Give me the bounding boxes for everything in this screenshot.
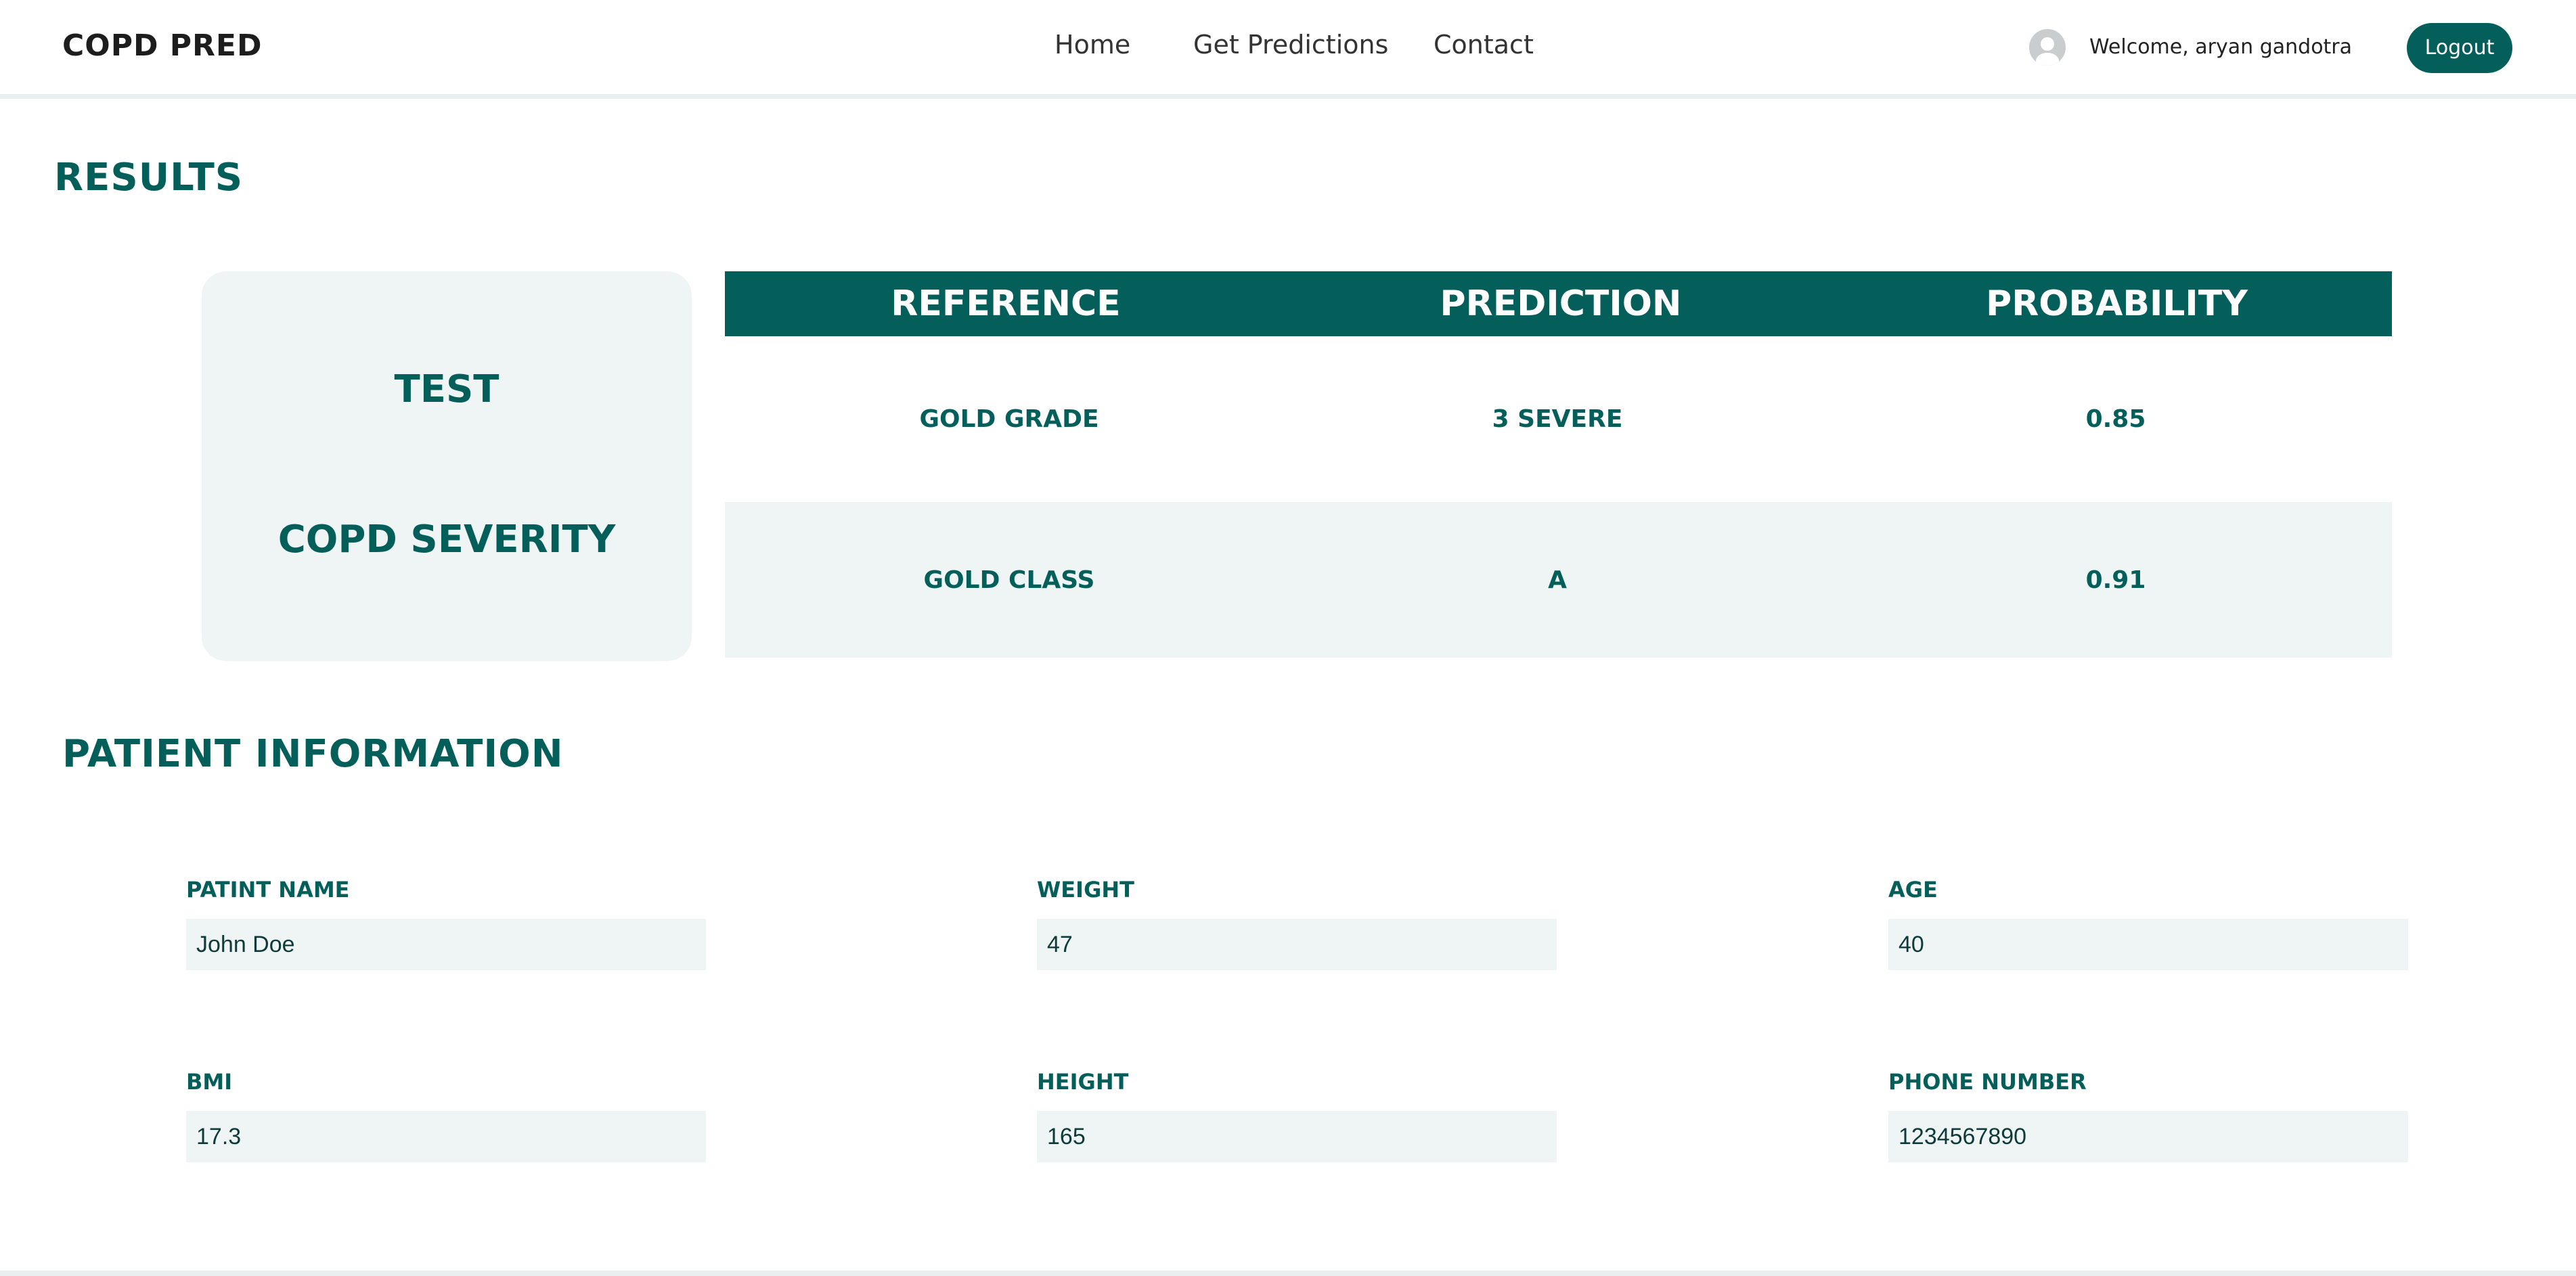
patient-name-input[interactable]: John Doe (186, 919, 706, 970)
table-header: REFERENCE PREDICTION PROBABILITY (725, 271, 2392, 336)
footer-divider (0, 1271, 2576, 1276)
bmi-input[interactable]: 17.3 (186, 1111, 706, 1162)
results-table: REFERENCE PREDICTION PROBABILITY GOLD GR… (725, 271, 2392, 658)
user-avatar-icon[interactable] (2029, 29, 2066, 66)
patient-information-title: PATIENT INFORMATION (62, 732, 564, 776)
field-label: PHONE NUMBER (1888, 1069, 2087, 1095)
test-card: TEST COPD SEVERITY (202, 271, 692, 661)
height-field: HEIGHT 165 (1037, 1069, 1557, 1162)
height-input[interactable]: 165 (1037, 1111, 1557, 1162)
nav-get-predictions-link[interactable]: Get Predictions (1193, 30, 1388, 60)
cell-reference: GOLD GRADE (919, 405, 1099, 433)
phone-number-input[interactable]: 1234567890 (1888, 1111, 2408, 1162)
phone-number-field: PHONE NUMBER 1234567890 (1888, 1069, 2408, 1162)
field-label: PATINT NAME (186, 877, 350, 903)
top-navbar: COPD PRED Home Get Predictions Contact W… (0, 0, 2576, 99)
age-field: AGE 40 (1888, 877, 2408, 970)
field-label: BMI (186, 1069, 233, 1095)
table-row: GOLD CLASS A 0.91 (725, 502, 2392, 658)
welcome-text: Welcome, aryan gandotra (2089, 35, 2353, 59)
header-probability: PROBABILITY (1986, 283, 2248, 324)
field-label: HEIGHT (1037, 1069, 1129, 1095)
test-label: TEST (394, 367, 499, 411)
results-title: RESULTS (54, 156, 244, 200)
weight-input[interactable]: 47 (1037, 919, 1557, 970)
patient-name-field: PATINT NAME John Doe (186, 877, 706, 970)
nav-contact-link[interactable]: Contact (1434, 30, 1534, 60)
brand-logo[interactable]: COPD PRED (62, 28, 263, 63)
field-label: AGE (1888, 877, 1938, 903)
cell-reference: GOLD CLASS (923, 566, 1095, 594)
table-row: GOLD GRADE 3 SEVERE 0.85 (725, 336, 2392, 502)
logout-button[interactable]: Logout (2407, 23, 2512, 73)
copd-severity-label: COPD SEVERITY (277, 518, 616, 562)
cell-probability: 0.85 (2085, 405, 2146, 433)
header-prediction: PREDICTION (1440, 283, 1682, 324)
nav-home-link[interactable]: Home (1054, 30, 1130, 60)
cell-prediction: 3 SEVERE (1492, 405, 1623, 433)
cell-prediction: A (1548, 566, 1567, 594)
field-label: WEIGHT (1037, 877, 1134, 903)
cell-probability: 0.91 (2085, 566, 2146, 594)
age-input[interactable]: 40 (1888, 919, 2408, 970)
weight-field: WEIGHT 47 (1037, 877, 1557, 970)
bmi-field: BMI 17.3 (186, 1069, 706, 1162)
header-reference: REFERENCE (891, 283, 1121, 324)
